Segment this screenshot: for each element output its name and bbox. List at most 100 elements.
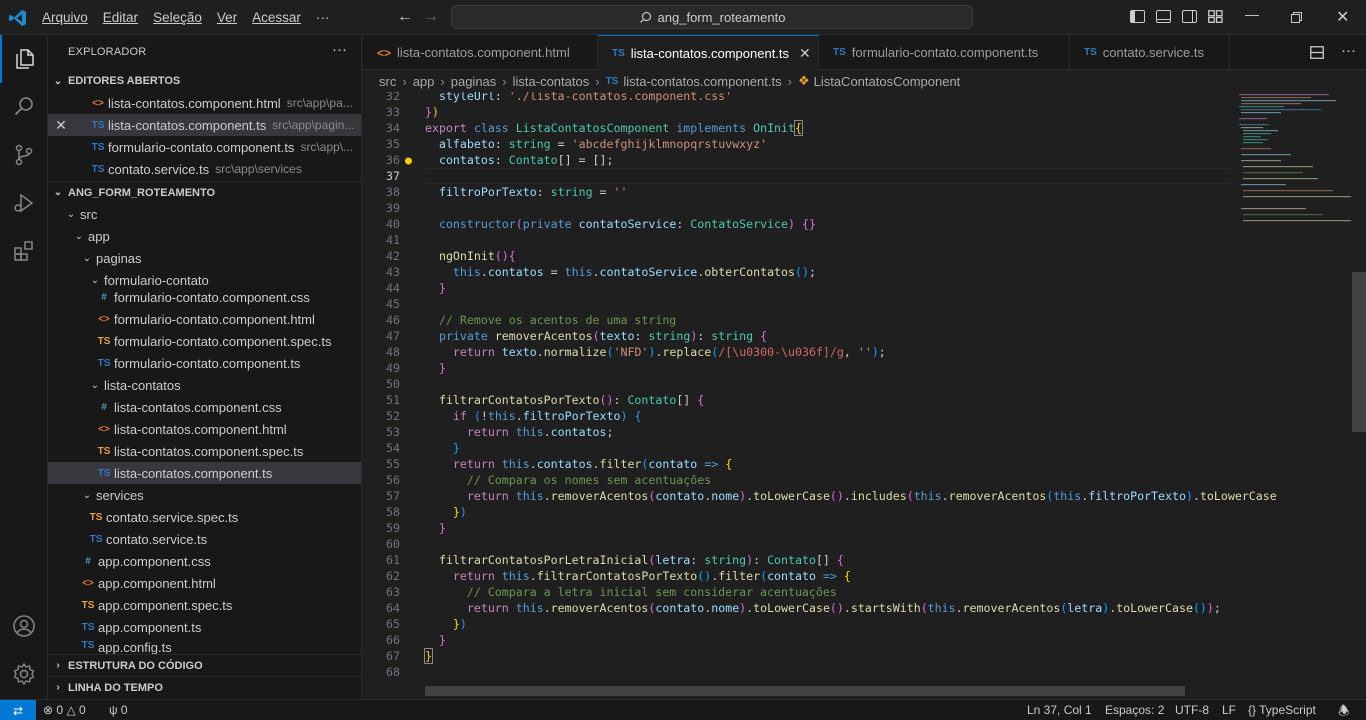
tree-file[interactable]: TS formulario-contato.component.spec.ts [48, 330, 361, 352]
breadcrumb-symbol[interactable]: ListaContatosComponent [814, 74, 961, 89]
tree-file[interactable]: # formulario-contato.component.css [48, 286, 361, 308]
tree-file[interactable]: TS app.component.ts [48, 616, 361, 638]
tree-file-selected[interactable]: TS lista-contatos.component.ts [48, 462, 361, 484]
language-mode[interactable]: {} TypeScript [1248, 703, 1316, 717]
accounts-icon[interactable] [0, 602, 48, 650]
code-editor[interactable]: 32 styleUrl: './lista-contatos.component… [363, 92, 1366, 699]
open-editor-item[interactable]: TS formulario-contato.component.ts src\a… [48, 136, 361, 158]
breadcrumb-file[interactable]: lista-contatos.component.ts [623, 74, 781, 89]
forward-arrow-icon[interactable]: → [423, 8, 439, 26]
line-number: 38 [386, 185, 400, 199]
command-center-search[interactable]: ang_form_roteamento [451, 5, 973, 29]
menu-editar[interactable]: Editar [103, 10, 138, 25]
settings-gear-icon[interactable] [0, 650, 48, 698]
tab-contato-service-ts[interactable]: TS contato.service.ts [1070, 35, 1230, 70]
code-line: }) [452, 505, 467, 519]
timeline-header[interactable]: › LINHA DO TEMPO [48, 676, 361, 698]
code-line: } [452, 441, 460, 455]
search-view-icon[interactable] [0, 83, 48, 131]
close-editor-icon[interactable]: ✕ [48, 117, 74, 134]
line-number: 61 [386, 553, 400, 567]
source-control-icon[interactable] [0, 131, 48, 179]
minimize-icon[interactable]: — [1245, 6, 1259, 22]
lightbulb-icon[interactable]: ● [405, 152, 412, 168]
ts-spec-file-icon: TS [81, 599, 95, 611]
tree-file[interactable]: # lista-contatos.component.css [48, 396, 361, 418]
explorer-more-button[interactable]: ··· [332, 41, 347, 58]
chevron-right-icon: › [56, 682, 60, 693]
code-line: filtrarContatosPorTexto(): Contato[] { [438, 393, 705, 407]
run-debug-icon[interactable] [0, 179, 48, 227]
customize-layout-icon[interactable] [1208, 10, 1223, 23]
tree-file[interactable]: TS lista-contatos.component.spec.ts [48, 440, 361, 462]
menu-acessar[interactable]: Acessar [252, 10, 301, 25]
remote-indicator-icon[interactable]: ⇄ [0, 700, 36, 720]
toggle-panel-icon[interactable] [1156, 10, 1171, 23]
tab-formulario-contato-ts[interactable]: TS formulario-contato.component.ts [819, 35, 1070, 70]
close-tab-icon[interactable]: ✕ [799, 45, 811, 62]
indentation[interactable]: Espaços: 2 [1105, 703, 1164, 717]
code-line: } [438, 521, 446, 535]
editor-more-actions-button[interactable]: ··· [1341, 42, 1356, 59]
tree-folder-src[interactable]: ⌄ src [48, 203, 361, 225]
cursor-position[interactable]: Ln 37, Col 1 [1027, 703, 1092, 717]
horizontal-scrollbar[interactable] [425, 686, 1185, 696]
open-editor-item[interactable]: TS contato.service.ts src\app\services [48, 158, 361, 180]
breadcrumb-src[interactable]: src [379, 74, 396, 89]
tree-file[interactable]: TS contato.service.ts [48, 528, 361, 550]
tree-file[interactable]: <> app.component.html [48, 572, 361, 594]
code-line: if (!this.filtroPorTexto) { [452, 409, 642, 423]
tree-file[interactable]: TS contato.service.spec.ts [48, 506, 361, 528]
project-header[interactable]: ⌄ ANG_FORM_ROTEAMENTO [48, 181, 361, 203]
code-line: filtrarContatosPorLetraInicial(letra: st… [438, 553, 844, 567]
end-of-line[interactable]: LF [1222, 703, 1236, 717]
tree-file[interactable]: TS app.config.ts [48, 638, 361, 654]
css-file-icon: # [101, 291, 107, 303]
close-window-icon[interactable]: ✕ [1336, 7, 1349, 27]
tree-folder-paginas[interactable]: ⌄ paginas [48, 247, 361, 269]
problems-indicator[interactable]: ⊗ 0 △ 0 [43, 703, 86, 717]
tree-folder-app[interactable]: ⌄ app [48, 225, 361, 247]
open-editor-item[interactable]: <> lista-contatos.component.html src\app… [48, 92, 361, 114]
tree-file[interactable]: <> formulario-contato.component.html [48, 308, 361, 330]
line-number: 33 [386, 105, 400, 119]
open-editors-header[interactable]: ⌄ EDITORES ABERTOS [48, 70, 361, 92]
toggle-secondary-sidebar-icon[interactable] [1182, 10, 1197, 23]
restore-icon[interactable] [1291, 12, 1302, 23]
chevron-right-icon: › [56, 660, 60, 671]
ts-file-icon: TS [612, 48, 625, 59]
outline-header[interactable]: › ESTRUTURA DO CÓDIGO [48, 654, 361, 676]
vertical-scrollbar[interactable] [1352, 272, 1366, 432]
encoding[interactable]: UTF-8 [1175, 703, 1209, 717]
breadcrumb-app[interactable]: app [413, 74, 435, 89]
code-line: // Remove os acentos de uma string [438, 313, 677, 327]
notifications-bell-icon[interactable]: 🕭 [1338, 702, 1350, 720]
extensions-icon[interactable] [0, 227, 48, 275]
menu-selecao[interactable]: Seleção [153, 10, 202, 25]
breadcrumb-paginas[interactable]: paginas [451, 74, 497, 89]
split-editor-icon[interactable] [1310, 46, 1324, 59]
toggle-primary-sidebar-icon[interactable] [1130, 10, 1145, 23]
tree-file[interactable]: TS formulario-contato.component.ts [48, 352, 361, 374]
tree-folder-services[interactable]: ⌄ services [48, 484, 361, 506]
line-number: 43 [386, 265, 400, 279]
ports-indicator[interactable]: ψ 0 [109, 703, 128, 717]
tab-lista-contatos-html[interactable]: <> lista-contatos.component.html [363, 35, 598, 70]
ts-file-icon: TS [91, 141, 105, 153]
menu-ver[interactable]: Ver [217, 10, 237, 25]
tab-lista-contatos-ts[interactable]: TS lista-contatos.component.ts ✕ [598, 35, 819, 71]
back-arrow-icon[interactable]: ← [397, 8, 413, 26]
tree-folder-lista-contatos[interactable]: ⌄ lista-contatos [48, 374, 361, 396]
ts-file-icon: TS [91, 163, 105, 175]
line-number: 64 [386, 601, 400, 615]
tree-file[interactable]: <> lista-contatos.component.html [48, 418, 361, 440]
open-editor-item-active[interactable]: ✕ TS lista-contatos.component.ts src\app… [48, 114, 361, 136]
explorer-icon[interactable] [0, 35, 48, 83]
minimap[interactable] [1231, 92, 1351, 699]
menu-more-button[interactable]: ··· [316, 10, 330, 25]
ts-spec-file-icon: TS [97, 445, 111, 457]
tree-file[interactable]: # app.component.css [48, 550, 361, 572]
menu-arquivo[interactable]: Arquivo [42, 10, 88, 25]
tree-file[interactable]: TS app.component.spec.ts [48, 594, 361, 616]
breadcrumb-lista-contatos[interactable]: lista-contatos [513, 74, 590, 89]
